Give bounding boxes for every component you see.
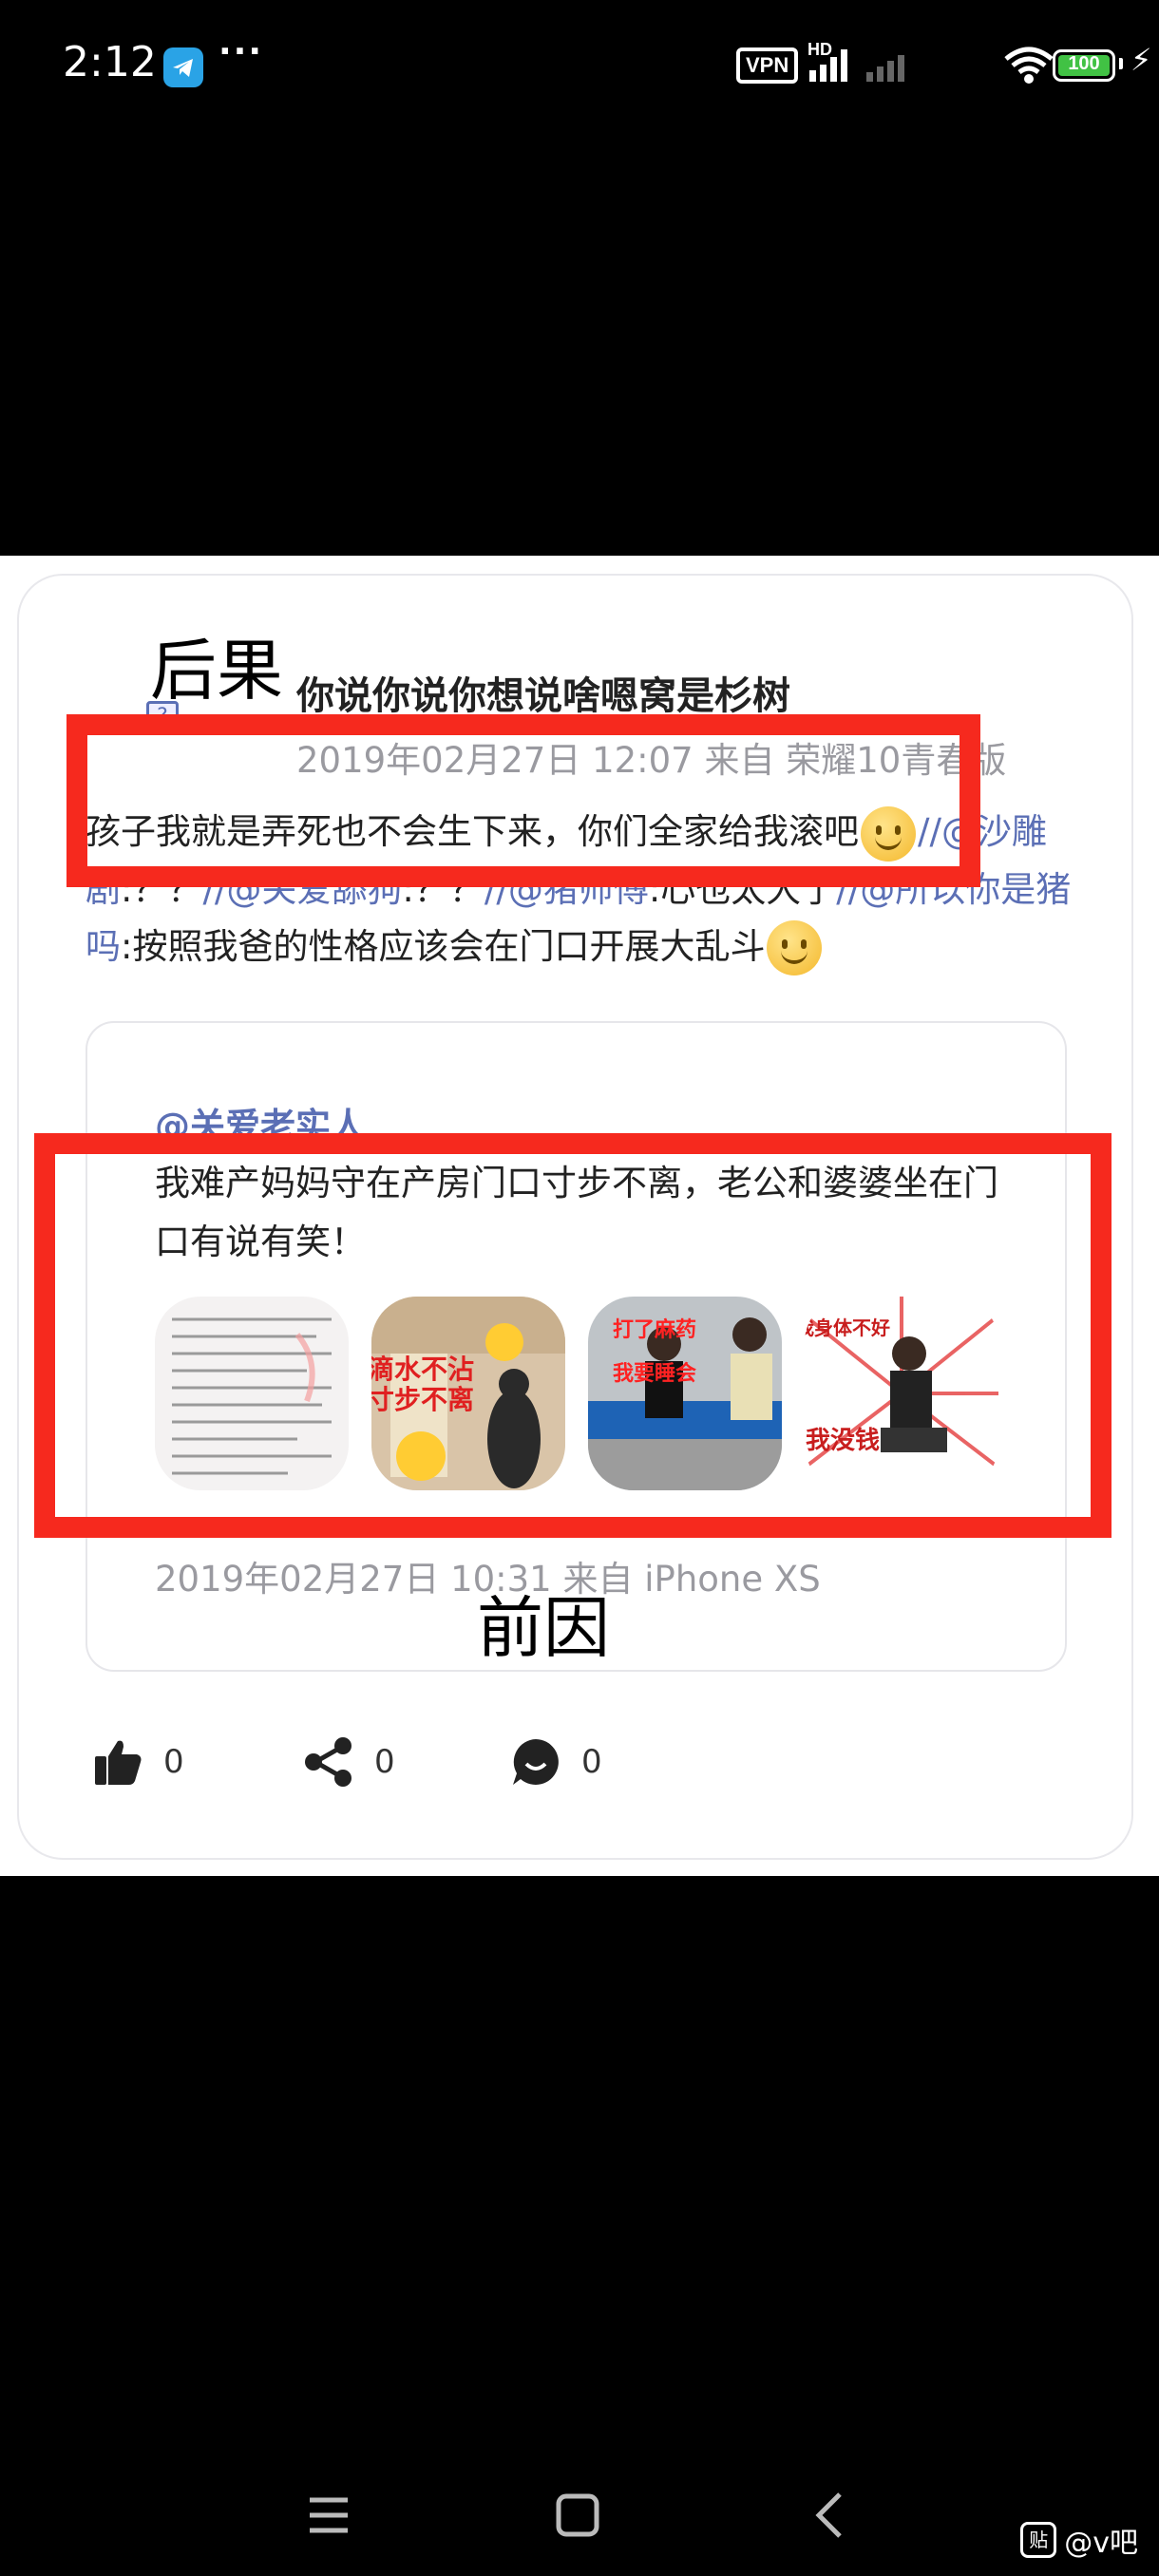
like-count: 0 [163,1743,184,1781]
comment-icon [513,1739,559,1785]
comment-count: 0 [581,1743,602,1781]
action-bar: 0 0 0 [91,1729,756,1795]
battery-nub [1119,58,1123,69]
share-icon [305,1737,352,1787]
like-button[interactable]: 0 [91,1729,184,1795]
chain-text: :按照我爸的性格应该会在门口开展大乱斗 [121,925,766,967]
menu-icon[interactable] [291,2477,367,2553]
battery-level: 100 [1068,53,1100,74]
wifi-icon [1002,44,1055,89]
highlight-box-repost [66,714,980,887]
telegram-icon [163,47,203,87]
signal-empty-icon [866,47,904,82]
thumbs-up-icon [95,1740,142,1785]
tieba-logo-icon: 贴 [1020,2522,1057,2558]
status-bar: 2:12 ··· VPN HD 100 ⚡ [0,0,1159,133]
share-button[interactable]: 0 [302,1729,395,1795]
back-icon[interactable] [792,2477,868,2553]
more-notifications-icon: ··· [218,32,264,71]
clock: 2:12 [63,38,157,86]
comment-button[interactable]: 0 [509,1729,602,1795]
home-icon[interactable] [540,2477,616,2553]
vpn-icon: VPN [736,47,799,84]
signal-strength-icon [809,47,847,82]
charging-icon: ⚡ [1130,42,1152,78]
annotation-cause: 前因 [477,1589,610,1667]
repost-author[interactable]: 你说你说你想说啥嗯窝是杉树 [296,665,790,720]
system-nav-bar [0,2451,1159,2576]
battery-icon: 100 [1053,49,1115,82]
share-count: 0 [374,1743,395,1781]
watermark-text: @v吧 [1064,2527,1138,2560]
annotation-consequence: 后果 [150,632,283,710]
smile-emoji-icon [767,920,823,975]
watermark: 贴 @v吧 [1020,2519,1138,2561]
highlight-box-original [34,1133,1112,1538]
